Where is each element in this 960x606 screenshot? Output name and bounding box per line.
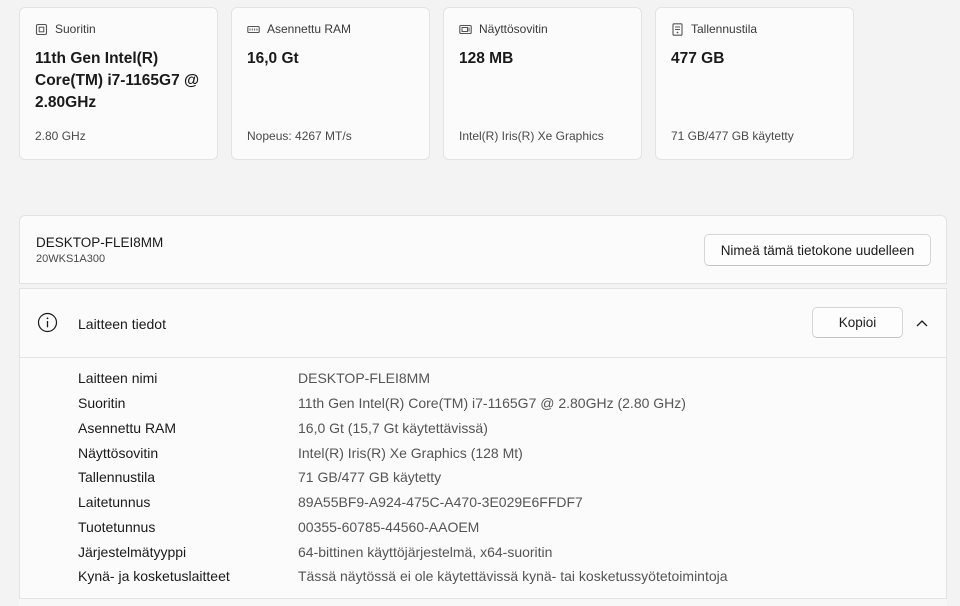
spec-card-subtext: Intel(R) Iris(R) Xe Graphics [459, 129, 604, 143]
spec-card-title: Asennettu RAM [267, 22, 352, 36]
spec-row-label: Järjestelmätyyppi [78, 543, 187, 560]
spec-card-header: Tallennustila [671, 22, 757, 36]
spec-card-title: Tallennustila [691, 22, 758, 36]
processor-icon [35, 23, 48, 35]
spec-row: Kynä- ja kosketuslaitteet Tässä näytössä… [78, 564, 728, 589]
spec-row-value: 89A55BF9-A924-475C-A470-3E029E6FFDF7 [298, 494, 583, 511]
spec-row-label: Laitetunnus [78, 494, 151, 511]
copy-button[interactable]: Kopioi [812, 307, 903, 338]
ram-icon [247, 25, 260, 33]
device-specifications-panel: Laitteen tiedot Kopioi Laitteen nimi DES… [19, 288, 947, 606]
spec-card-header: Asennettu RAM [247, 22, 351, 36]
storage-icon [672, 22, 683, 36]
spec-row-value: 16,0 Gt (15,7 Gt käytettävissä) [298, 419, 488, 436]
spec-row-value: DESKTOP-FLEI8MM [298, 370, 430, 387]
spec-row: Tallennustila 71 GB/477 GB käytetty [78, 465, 728, 490]
spec-row-label: Tuotetunnus [78, 518, 156, 535]
device-name: DESKTOP-FLEI8MM [36, 235, 164, 250]
spec-row-label: Kynä- ja kosketuslaitteet [78, 568, 230, 585]
spec-row: Järjestelmätyyppi 64-bittinen käyttöjärj… [78, 539, 728, 564]
spec-row-value: 11th Gen Intel(R) Core(TM) i7-1165G7 @ 2… [298, 395, 686, 412]
spec-card-subtext: 71 GB/477 GB käytetty [671, 129, 794, 143]
spec-card-value: 11th Gen Intel(R) Core(TM) i7-1165G7 @ 2… [35, 50, 200, 111]
spec-card-subtext: 2.80 GHz [35, 129, 86, 143]
spec-row-label: Näyttösovitin [78, 444, 159, 461]
spec-row-label: Tallennustila [78, 469, 156, 486]
spec-row-value: 00355-60785-44560-AAOEM [298, 518, 480, 535]
spec-row-value: Tässä näytössä ei ole käytettävissä kynä… [298, 568, 728, 585]
spec-row: Näyttösovitin Intel(R) Iris(R) Xe Graphi… [78, 440, 728, 465]
spec-card-title: Suoritin [55, 22, 96, 36]
spec-card-storage: Tallennustila 477 GB 71 GB/477 GB käytet… [655, 7, 854, 160]
device-name-panel: DESKTOP-FLEI8MM 20WKS1A300 Nimeä tämä ti… [19, 215, 947, 284]
spec-row-label: Asennettu RAM [78, 419, 177, 436]
spec-card-value: 16,0 Gt [247, 50, 299, 67]
spec-row-label: Laitteen nimi [78, 370, 158, 387]
spec-row-value: Intel(R) Iris(R) Xe Graphics (128 Mt) [298, 444, 523, 461]
device-model: 20WKS1A300 [36, 253, 106, 265]
spec-card-value: 128 MB [459, 50, 514, 67]
spec-row: Laitetunnus 89A55BF9-A924-475C-A470-3E02… [78, 490, 728, 515]
spec-card-ram: Asennettu RAM 16,0 Gt Nopeus: 4267 MT/s [231, 7, 430, 160]
spec-row-value: 71 GB/477 GB käytetty [298, 469, 442, 486]
spec-row-value: 64-bittinen käyttöjärjestelmä, x64-suori… [298, 543, 553, 560]
spec-card-subtext: Nopeus: 4267 MT/s [247, 129, 352, 143]
spec-card-title: Näyttösovitin [479, 22, 548, 36]
chevron-up-icon[interactable] [914, 316, 930, 330]
spec-card-header: Suoritin [35, 22, 96, 36]
device-specifications-title: Laitteen tiedot [78, 316, 166, 332]
display-adapter-icon [459, 24, 472, 34]
spec-row-label: Suoritin [78, 395, 126, 412]
spec-row: Tuotetunnus 00355-60785-44560-AAOEM [78, 515, 728, 540]
spec-rows: Laitteen nimi DESKTOP-FLEI8MM Suoritin 1… [78, 366, 728, 589]
spec-card-display-adapter: Näyttösovitin 128 MB Intel(R) Iris(R) Xe… [443, 7, 642, 160]
spec-card-processor: Suoritin 11th Gen Intel(R) Core(TM) i7-1… [19, 7, 218, 160]
info-icon [37, 312, 58, 333]
spec-row: Asennettu RAM 16,0 Gt (15,7 Gt käytettäv… [78, 416, 728, 441]
spec-row: Suoritin 11th Gen Intel(R) Core(TM) i7-1… [78, 391, 728, 416]
next-section-panel [19, 598, 947, 606]
spec-card-header: Näyttösovitin [459, 22, 548, 36]
rename-pc-button[interactable]: Nimeä tämä tietokone uudelleen [704, 234, 931, 266]
spec-row: Laitteen nimi DESKTOP-FLEI8MM [78, 366, 728, 391]
spec-card-value: 477 GB [671, 50, 725, 67]
device-specifications-header[interactable]: Laitteen tiedot Kopioi [20, 289, 946, 358]
